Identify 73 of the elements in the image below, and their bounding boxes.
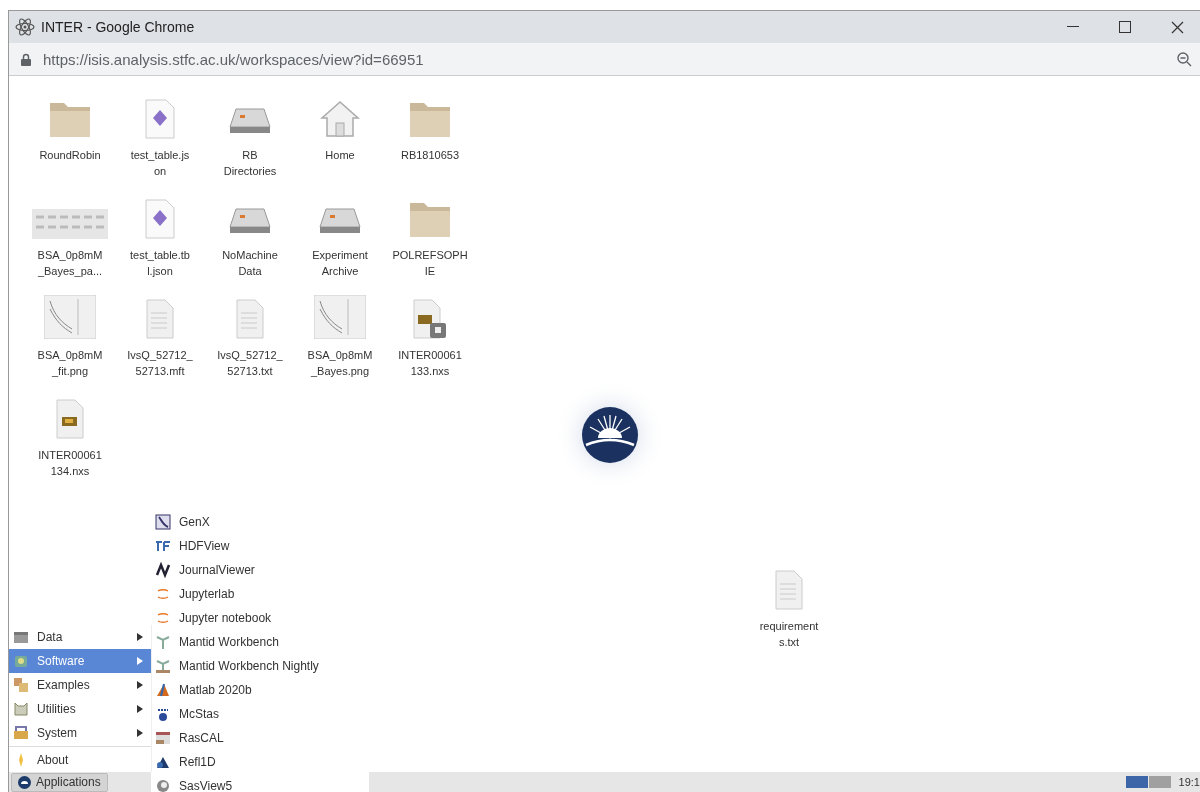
- menu-item[interactable]: Jupyter notebook: [151, 606, 369, 630]
- app-icon: [155, 538, 171, 554]
- app-icon: [155, 610, 171, 626]
- app-icon: [155, 778, 171, 792]
- file-name: INTER00061 134.nxs: [37, 448, 103, 479]
- text-file-icon[interactable]: [235, 299, 265, 339]
- file-name: IvsQ_52712_ 52713.mft: [126, 348, 194, 379]
- blocks-icon: [13, 677, 29, 693]
- file-name: BSA_0p8mM _fit.png: [36, 348, 104, 379]
- menu-item[interactable]: Mantid Workbench: [151, 630, 369, 654]
- minimize-icon: [1067, 26, 1079, 28]
- app-icon: [155, 682, 171, 698]
- menu-item[interactable]: Mantid Workbench Nightly: [151, 654, 369, 678]
- lock-icon: [21, 52, 31, 66]
- locked-file-icon[interactable]: [412, 299, 448, 339]
- app-icon: [155, 562, 171, 578]
- menu-item[interactable]: GenX: [151, 510, 369, 534]
- file-name: BSA_0p8mM _Bayes.png: [306, 348, 374, 379]
- app-icon: [155, 586, 171, 602]
- atom-icon: [15, 17, 35, 37]
- file-name: RB1810653: [399, 148, 461, 163]
- software-icon: [13, 653, 29, 669]
- maximize-icon: [1119, 21, 1131, 33]
- menu-item[interactable]: Refl1D: [151, 750, 369, 774]
- document-icon[interactable]: [143, 99, 177, 139]
- window-title: INTER - Google Chrome: [41, 19, 196, 35]
- menu-item[interactable]: JournalViewer: [151, 558, 369, 582]
- menu-item[interactable]: Jupyterlab: [151, 582, 369, 606]
- drawer-icon: [13, 629, 29, 645]
- menu-item[interactable]: SasView5: [151, 774, 369, 792]
- logo-icon: [580, 405, 640, 465]
- data-file-icon[interactable]: [55, 399, 85, 439]
- menu-item[interactable]: System: [9, 721, 151, 745]
- menu-item[interactable]: Matlab 2020b: [151, 678, 369, 702]
- file-name: requirement s.txt: [758, 619, 820, 650]
- file-name: IvsQ_52712_ 52713.txt: [216, 348, 284, 379]
- workspace-button[interactable]: [1148, 776, 1171, 788]
- app-icon: [155, 658, 171, 674]
- app-icon: [155, 634, 171, 650]
- document-icon[interactable]: [143, 199, 177, 239]
- plot-thumbnail[interactable]: [314, 295, 366, 339]
- close-icon: [1170, 20, 1184, 34]
- menu-item[interactable]: RasCAL: [151, 726, 369, 750]
- file-name: RoundRobin: [38, 148, 102, 163]
- applications-button[interactable]: Applications: [11, 772, 108, 792]
- clock: 19:1: [1178, 776, 1200, 788]
- workspace-button[interactable]: [1125, 776, 1148, 788]
- file-name: NoMachine Data: [221, 248, 279, 279]
- text-file-icon[interactable]: [145, 299, 175, 339]
- logo-icon: [18, 775, 31, 789]
- image-thumbnail[interactable]: [32, 209, 108, 239]
- menu-item[interactable]: McStas: [151, 702, 369, 726]
- zoom-out-icon[interactable]: [1177, 51, 1192, 67]
- menu-item[interactable]: HDFView: [151, 534, 369, 558]
- menu-item[interactable]: Data: [9, 625, 151, 649]
- file-name: test_table.js on: [129, 148, 191, 179]
- app-icon: [155, 706, 171, 722]
- app-icon: [155, 730, 171, 746]
- file-name: Home: [324, 148, 356, 163]
- file-name: INTER00061 133.nxs: [397, 348, 463, 379]
- menu-item[interactable]: Utilities: [9, 697, 151, 721]
- text-file-icon[interactable]: [774, 570, 804, 610]
- file-name: POLREFSOPH IE: [391, 248, 469, 279]
- file-name: RB Directories: [222, 148, 278, 179]
- app-icon: [155, 514, 171, 530]
- house-icon[interactable]: [318, 99, 362, 139]
- plot-thumbnail[interactable]: [44, 295, 96, 339]
- menu-item[interactable]: About: [9, 748, 151, 772]
- menu-item[interactable]: Examples: [9, 673, 151, 697]
- file-name: BSA_0p8mM _Bayes_pa...: [36, 248, 104, 279]
- menu-item[interactable]: Software: [9, 649, 151, 673]
- file-name: Experiment Archive: [311, 248, 369, 279]
- file-name: test_table.tb l.json: [129, 248, 191, 279]
